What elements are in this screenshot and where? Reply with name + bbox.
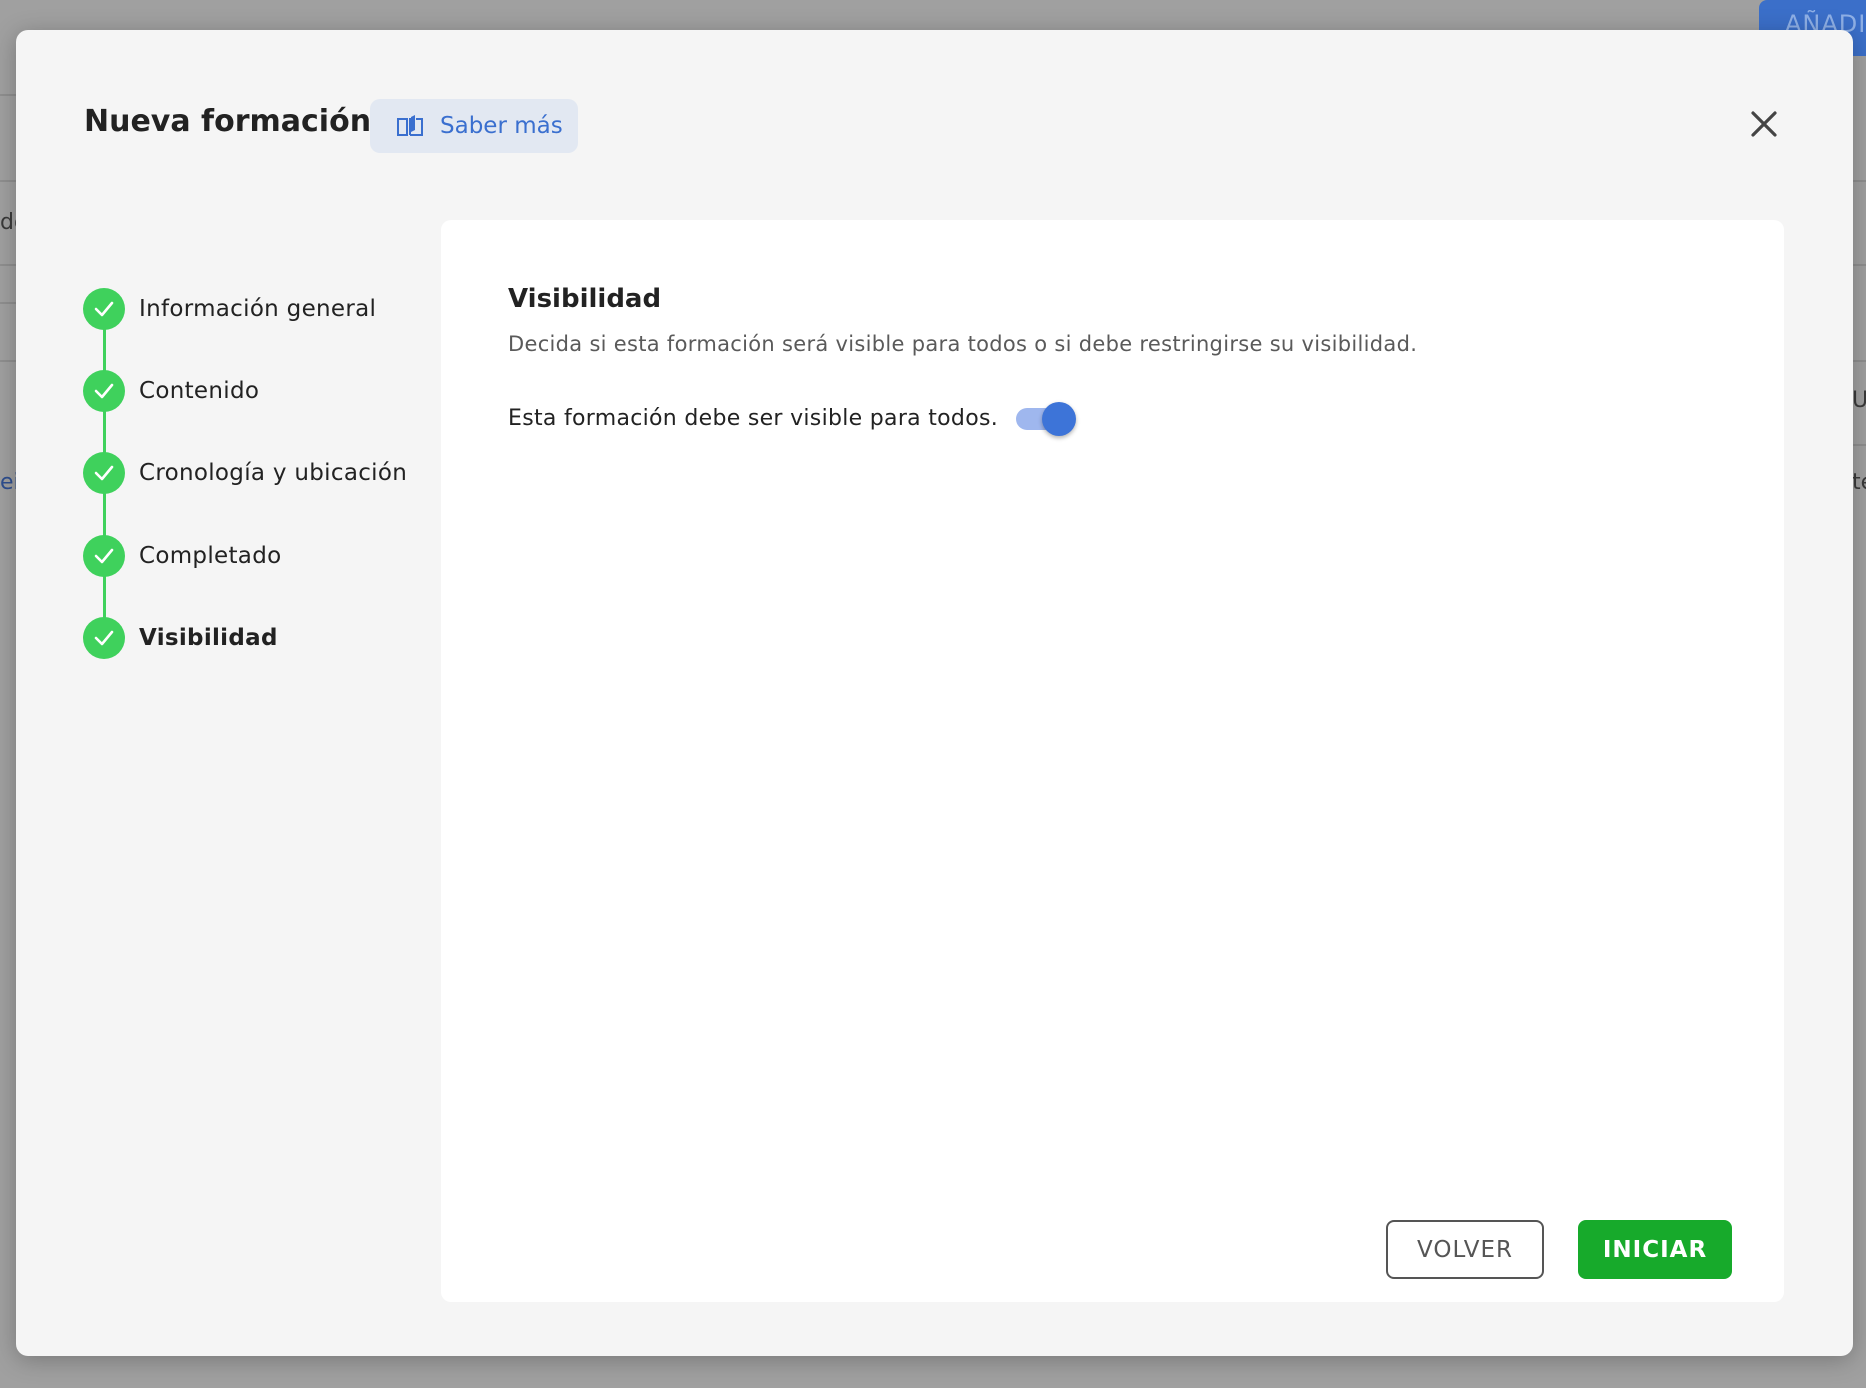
visibility-toggle[interactable] (1014, 398, 1078, 438)
step-complete-indicator (83, 535, 125, 577)
step-general-info[interactable]: Información general (83, 288, 376, 330)
checkmark-icon (94, 630, 114, 646)
checkmark-icon (94, 301, 114, 317)
visibility-toggle-label: Esta formación debe ser visible para tod… (508, 405, 999, 431)
back-button[interactable]: VOLVER (1386, 1220, 1544, 1279)
background-text: U (1852, 388, 1866, 413)
new-training-modal: Nueva formación Saber más Información ge… (16, 30, 1853, 1356)
step-label: Cronología y ubicación (139, 460, 408, 486)
close-button[interactable] (1746, 106, 1782, 142)
step-label: Información general (139, 296, 377, 322)
checkmark-icon (94, 548, 114, 564)
book-icon (397, 115, 423, 136)
step-label: Contenido (139, 378, 260, 404)
close-icon (1751, 111, 1777, 137)
step-content[interactable]: Contenido (83, 370, 259, 412)
learn-more-button[interactable]: Saber más (370, 99, 578, 153)
step-timeline-location[interactable]: Cronología y ubicación (83, 452, 407, 494)
section-title: Visibilidad (508, 284, 662, 314)
toggle-thumb (1042, 402, 1077, 436)
checkmark-icon (94, 383, 114, 399)
start-button[interactable]: INICIAR (1578, 1220, 1732, 1279)
step-completed[interactable]: Completado (83, 535, 281, 577)
step-complete-indicator (83, 288, 125, 330)
step-complete-indicator (83, 617, 125, 659)
progress-stepper: Información general Contenido Cronología… (83, 288, 423, 688)
step-label: Completado (139, 543, 282, 569)
learn-more-label: Saber más (440, 113, 563, 139)
step-complete-indicator (83, 452, 125, 494)
checkmark-icon (94, 465, 114, 481)
visibility-panel: Visibilidad Decida si esta formación ser… (441, 220, 1784, 1302)
visibility-toggle-row: Esta formación debe ser visible para tod… (508, 398, 1078, 438)
step-visibility[interactable]: Visibilidad (83, 617, 278, 659)
section-description: Decida si esta formación será visible pa… (508, 332, 1418, 356)
background-text: te (1852, 470, 1866, 495)
modal-title: Nueva formación (84, 104, 372, 139)
step-label-active: Visibilidad (139, 625, 278, 651)
step-complete-indicator (83, 370, 125, 412)
